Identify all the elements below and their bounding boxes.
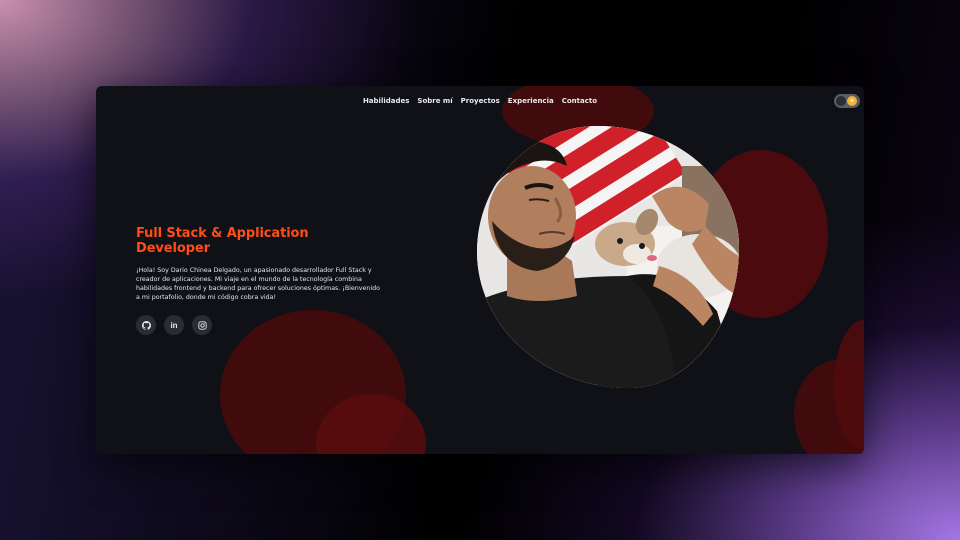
hero-title: Full Stack & Application Developer: [136, 226, 309, 256]
nav-item-sobre-mi[interactable]: Sobre mí: [417, 97, 452, 105]
social-links: in: [136, 315, 386, 335]
instagram-button[interactable]: [192, 315, 212, 335]
theme-toggle[interactable]: ☀: [834, 94, 860, 108]
nav-item-proyectos[interactable]: Proyectos: [461, 97, 500, 105]
hero-section: Full Stack & Application Developer ¡Hola…: [136, 226, 386, 335]
browser-window: Habilidades Sobre mí Proyectos Experienc…: [96, 86, 864, 454]
profile-photo-illustration: [477, 126, 739, 388]
linkedin-button[interactable]: in: [164, 315, 184, 335]
linkedin-icon: in: [170, 320, 178, 330]
instagram-icon: [197, 320, 207, 330]
nav-item-experiencia[interactable]: Experiencia: [508, 97, 554, 105]
nav-item-contacto[interactable]: Contacto: [562, 97, 597, 105]
hero-description: ¡Hola! Soy Dario Chinea Delgado, un apas…: [136, 267, 380, 301]
github-icon: [141, 320, 151, 330]
profile-photo: [477, 126, 739, 388]
github-button[interactable]: [136, 315, 156, 335]
nav-item-habilidades[interactable]: Habilidades: [363, 97, 409, 105]
main-nav: Habilidades Sobre mí Proyectos Experienc…: [96, 86, 864, 116]
sun-icon: ☀: [847, 96, 857, 106]
toggle-knob: [836, 96, 846, 106]
